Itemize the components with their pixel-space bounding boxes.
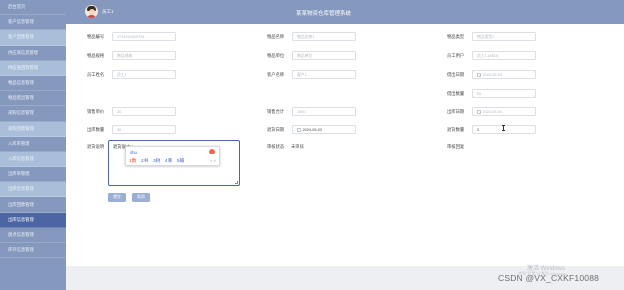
customer-name-label: 客户名称 <box>267 72 285 77</box>
text-cursor-icon <box>502 125 505 131</box>
sidebar-item-purchases[interactable]: 采购信息管理 <box>0 106 66 122</box>
return-date-label: 退货日期 <box>267 127 285 132</box>
audit-reply-label: 审核回复 <box>447 144 465 149</box>
sidebar-item-outbound-orders[interactable]: 出库单管理 <box>0 167 66 183</box>
item-no-field[interactable]: 1714015929754 <box>112 32 176 41</box>
sale-total-field[interactable]: 1500 <box>292 107 356 116</box>
sidebar-item-stock[interactable]: 库存信息管理 <box>0 243 66 259</box>
sidebar-item-home[interactable]: 后台首页 <box>0 0 66 16</box>
avatar[interactable] <box>85 5 98 18</box>
item-name-field[interactable]: 物品名称1 <box>292 32 356 41</box>
sidebar-item-purchase-payments[interactable]: 采购回款管理 <box>0 121 66 137</box>
header: 员工1 某某物资仓库管理系统 <box>66 0 624 24</box>
sale-price-label: 销售单价 <box>87 109 105 114</box>
item-unit-label: 物品单位 <box>267 53 285 58</box>
employee-name-label: 员工姓名 <box>87 72 105 77</box>
item-type-field[interactable]: 物品类型1 <box>472 32 536 41</box>
sidebar-item-customer-payments[interactable]: 客户回款管理 <box>0 30 66 46</box>
audit-status-label: 审核状态 <box>267 144 285 149</box>
sidebar-item-inventory-check[interactable]: 盘点信息管理 <box>0 228 66 243</box>
employee-user-field[interactable]: 员工1-(ASD) <box>472 51 536 60</box>
item-unit-field[interactable]: 物品单位 <box>292 51 356 60</box>
sidebar-item-outbound-payments[interactable]: 出库回款管理 <box>0 197 66 213</box>
sidebar-item-items[interactable]: 物品信息管理 <box>0 76 66 92</box>
sidebar-item-outbound-info[interactable]: 出库信息管理 <box>0 182 66 198</box>
item-no-label: 物品编号 <box>87 34 105 39</box>
audit-status-value: 未审核 <box>291 144 304 149</box>
outbound-date-label: 出库日期 <box>447 109 465 114</box>
user-name[interactable]: 员工1 <box>102 9 114 15</box>
cancel-button[interactable]: 取消 <box>132 193 150 202</box>
submit-button[interactable]: 提交 <box>108 193 126 202</box>
sidebar-item-supplier-payments[interactable]: 供应商回款管理 <box>0 60 66 76</box>
ime-page-nav[interactable]: < > <box>210 158 216 163</box>
resize-handle-icon[interactable] <box>235 181 238 184</box>
ime-candidate[interactable]: 2书 <box>141 157 148 164</box>
csdn-watermark: CSDN @VX_CXKF10088 <box>498 273 600 283</box>
outbound-qty-label: 出库数量 <box>87 127 105 132</box>
sidebar-item-inbound-info[interactable]: 入库信息管理 <box>0 151 66 168</box>
employee-name-field[interactable]: 员工1 <box>112 70 176 79</box>
calendar-icon <box>297 128 301 132</box>
return-reason-label: 退货说明 <box>87 144 105 149</box>
sidebar-item-customers[interactable]: 客户信息管理 <box>0 15 66 31</box>
ime-candidate-popup: shu 1数 2书 3树 4束 5输 < > <box>125 146 220 166</box>
calendar-icon <box>477 73 481 77</box>
outbound-qty-field[interactable]: 50 <box>112 125 176 134</box>
sidebar-item-item-borrow[interactable]: 物品借出管理 <box>0 91 66 107</box>
customer-name-field[interactable]: 客户1 <box>292 70 356 79</box>
ime-pinyin: shu <box>130 149 137 155</box>
borrow-qty-label: 借出数量 <box>447 91 465 96</box>
employee-user-label: 员工用户 <box>447 53 465 58</box>
return-qty-label: 退货数量 <box>447 127 465 132</box>
item-spec-label: 物品规格 <box>87 53 105 58</box>
sidebar-item-outbound-info-active[interactable]: 出库信息管理 <box>0 212 66 228</box>
ime-candidate[interactable]: 3树 <box>153 157 160 164</box>
ime-candidate[interactable]: 5输 <box>177 157 184 164</box>
ime-candidate[interactable]: 4束 <box>165 157 172 164</box>
item-name-label: 物品名称 <box>267 34 285 39</box>
borrow-date-label: 借出日期 <box>447 72 465 77</box>
outbound-date-field[interactable]: 2024-05-03 <box>472 107 536 116</box>
sale-price-field[interactable]: 30 <box>112 107 176 116</box>
return-date-field[interactable]: 2024-05-03 <box>292 125 356 134</box>
ime-candidate[interactable]: 1数 <box>129 157 136 164</box>
borrow-qty-field[interactable]: 50 <box>472 89 536 98</box>
page-title: 某某物资仓库管理系统 <box>296 10 352 17</box>
sidebar-item-suppliers[interactable]: 供应商信息管理 <box>0 46 66 61</box>
borrow-date-field[interactable]: 2024-05-03 <box>472 70 536 79</box>
sidebar-item-inbound-orders[interactable]: 入库单管理 <box>0 137 66 152</box>
sidebar: 后台首页 客户信息管理 客户回款管理 供应商信息管理 供应商回款管理 物品信息管… <box>0 0 66 290</box>
item-type-label: 物品类型 <box>447 34 465 39</box>
ime-logo-icon <box>209 148 215 154</box>
calendar-icon <box>477 110 481 114</box>
item-spec-field[interactable]: 物品规格 <box>112 51 176 60</box>
sale-total-label: 销售合计 <box>267 109 285 114</box>
